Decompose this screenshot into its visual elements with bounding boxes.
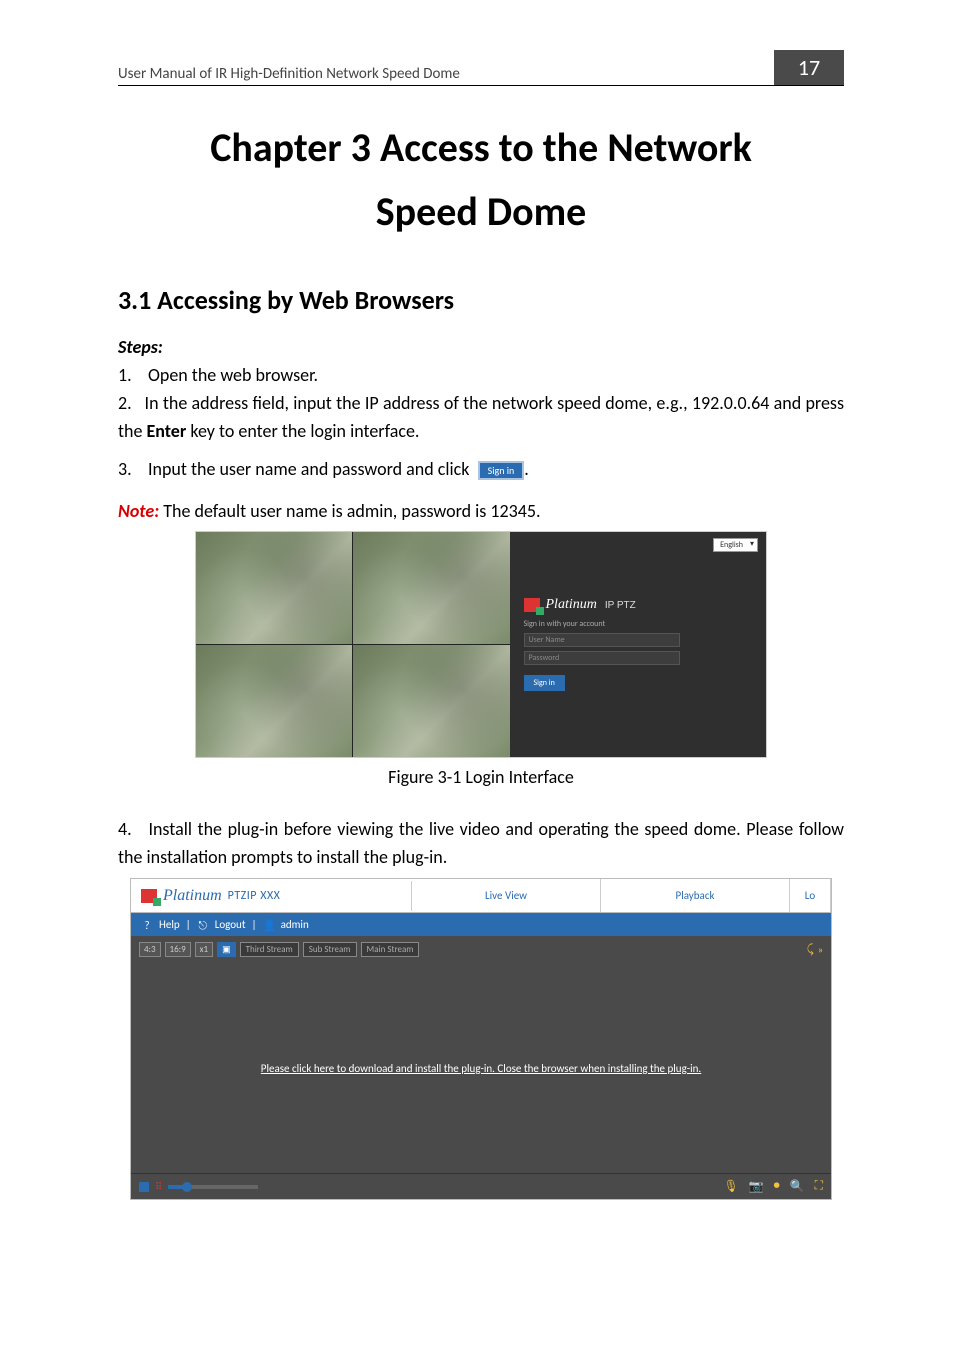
figure-liveview-interface: Platinum PTZIP XXX Live View Playback Lo…: [130, 878, 832, 1200]
expand-icon[interactable]: ⛶: [815, 1179, 823, 1194]
chapter-title-line2: Speed Dome: [376, 187, 587, 236]
sep: |: [252, 918, 257, 931]
signin-prompt: Sign in with your account: [524, 619, 753, 629]
help-icon[interactable]: ?: [141, 919, 153, 931]
multiview-button[interactable]: ⠿: [155, 1180, 162, 1193]
login-left-tiles: [196, 532, 510, 757]
zoom-icon[interactable]: 🔍: [790, 1179, 805, 1194]
tab-playback[interactable]: Playback: [601, 879, 790, 912]
sep: |: [186, 918, 191, 931]
bottombar-left: ⠿: [139, 1180, 258, 1193]
running-header: User Manual of IR High-Definition Networ…: [118, 50, 844, 86]
step-1-num: 1.: [118, 364, 132, 386]
camera-icon[interactable]: 📷: [749, 1179, 764, 1194]
user-icon: 👤: [263, 919, 275, 931]
liveview-bottombar: ⠿ 🎙 📷 ⏺ 🔍 ⛶: [131, 1173, 831, 1199]
camera-tile: [196, 645, 352, 757]
note-label: Note:: [118, 500, 159, 522]
volume-slider[interactable]: [168, 1185, 258, 1189]
camera-tile: [353, 645, 509, 757]
step-3-text: Input the user name and password and cli…: [148, 458, 470, 480]
mic-icon[interactable]: 🎙: [723, 1179, 738, 1194]
chevron-right-icon[interactable]: »: [818, 943, 823, 956]
aspect-43-button[interactable]: 4:3: [139, 942, 161, 957]
login-panel: English Platinum IP PTZ Sign in with you…: [510, 532, 767, 757]
help-link[interactable]: Help: [159, 918, 180, 931]
liveview-topbar: Platinum PTZIP XXX Live View Playback Lo: [131, 879, 831, 913]
logout-icon[interactable]: ⎋: [197, 919, 209, 931]
tab-live-view[interactable]: Live View: [412, 879, 601, 912]
step-4-text: Install the plug-in before viewing the l…: [118, 818, 844, 868]
language-select[interactable]: English: [713, 538, 758, 552]
section-title: 3.1 Accessing by Web Browsers: [118, 284, 844, 316]
aspect-169-button[interactable]: 16:9: [165, 942, 191, 957]
third-stream-tab[interactable]: Third Stream: [240, 942, 299, 957]
liveview-brand: Platinum PTZIP XXX: [131, 881, 412, 911]
password-field[interactable]: Password: [524, 651, 680, 665]
note-text: The default user name is admin, password…: [159, 500, 540, 522]
current-user: admin: [281, 918, 309, 931]
brand-name: Platinum: [163, 887, 222, 905]
video-viewport: Please click here to download and instal…: [131, 963, 831, 1173]
liveview-userbar: ? Help | ⎋ Logout | 👤 admin: [131, 913, 831, 936]
chapter-title-line1: Chapter 3 Access to the Network: [210, 123, 752, 172]
stream-toolbar: 4:3 16:9 x1 ▣ Third Stream Sub Stream Ma…: [131, 936, 831, 963]
brand-logo-icon: [524, 598, 540, 612]
tab-log[interactable]: Lo: [790, 879, 831, 912]
step-2: 2. In the address field, input the IP ad…: [118, 390, 844, 446]
stop-button[interactable]: [139, 1182, 149, 1192]
step-1: 1. Open the web browser.: [118, 362, 844, 390]
brand-name: Platinum: [546, 597, 597, 613]
step-3-num: 3.: [118, 458, 132, 480]
ptz-icon[interactable]: ⤹: [807, 943, 814, 957]
step-2-text-b: key to enter the login interface.: [186, 420, 419, 442]
signin-button-inline[interactable]: Sign in: [478, 461, 525, 480]
chapter-title: Chapter 3 Access to the Network Speed Do…: [118, 116, 844, 244]
camera-tile: [353, 532, 509, 644]
username-field[interactable]: User Name: [524, 633, 680, 647]
enter-key: Enter: [147, 420, 187, 442]
camera-tile: [196, 532, 352, 644]
step-3-period: .: [524, 458, 529, 480]
record-icon[interactable]: ⏺: [774, 1179, 780, 1194]
model-label: PTZIP XXX: [228, 889, 281, 903]
note-line: Note: The default user name is admin, pa…: [118, 498, 844, 526]
main-stream-tab[interactable]: Main Stream: [361, 942, 420, 957]
fullscreen-button[interactable]: ▣: [217, 942, 236, 957]
plugin-download-link[interactable]: Please click here to download and instal…: [241, 1062, 721, 1075]
brand-logo-icon: [141, 889, 157, 903]
step-4: 4. Install the plug-in before viewing th…: [118, 816, 844, 872]
running-title: User Manual of IR High-Definition Networ…: [118, 65, 764, 83]
signin-button[interactable]: Sign in: [524, 675, 565, 691]
step-3: 3. Input the user name and password and …: [118, 456, 844, 484]
sub-stream-tab[interactable]: Sub Stream: [303, 942, 357, 957]
bottombar-right: 🎙 📷 ⏺ 🔍 ⛶: [723, 1179, 823, 1194]
step-2-num: 2.: [118, 392, 132, 414]
figure-1-caption: Figure 3-1 Login Interface: [118, 766, 844, 788]
steps-label: Steps:: [118, 336, 844, 358]
logout-link[interactable]: Logout: [215, 918, 246, 931]
login-brand: Platinum IP PTZ: [524, 597, 753, 613]
brand-suffix: IP PTZ: [605, 600, 636, 611]
aspect-x1-button[interactable]: x1: [195, 942, 213, 957]
step-1-text: Open the web browser.: [148, 364, 318, 386]
page-number: 17: [774, 50, 844, 85]
figure-login-interface: English Platinum IP PTZ Sign in with you…: [195, 531, 767, 758]
step-4-num: 4.: [118, 818, 132, 840]
